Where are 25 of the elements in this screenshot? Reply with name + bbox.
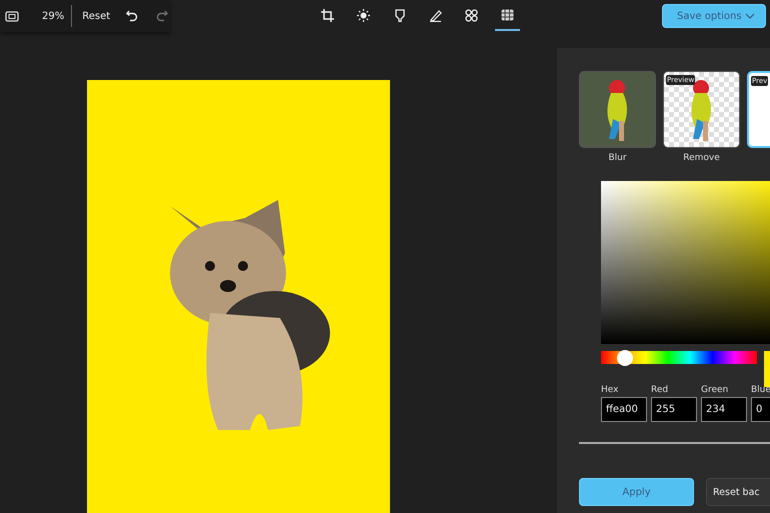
crop-icon (321, 8, 334, 22)
aspect-ratio-icon[interactable] (5, 10, 19, 22)
circles-icon (465, 8, 478, 22)
sun-icon (357, 8, 370, 22)
field-label: Green (701, 385, 730, 395)
zoom-level[interactable]: 29% (42, 10, 64, 22)
color-value-field[interactable]: 234 (701, 397, 747, 422)
pen-icon (429, 8, 442, 22)
reset-button[interactable]: Reset (82, 10, 110, 22)
hue-slider[interactable] (601, 351, 757, 364)
effect-thumbnail[interactable] (579, 71, 656, 148)
color-gradient-field[interactable] (601, 181, 770, 344)
effect-label: Blur (608, 153, 627, 163)
color-value-field[interactable]: 0 (751, 397, 770, 422)
hue-slider-thumb[interactable] (617, 350, 634, 366)
color-value-field[interactable]: 255 (651, 397, 697, 422)
action-button[interactable]: Reset bac (706, 478, 770, 506)
field-label: Red (651, 385, 670, 395)
field-label: Hex (601, 385, 620, 395)
undo-icon[interactable] (126, 10, 138, 22)
effect-label: Remove (683, 153, 720, 163)
chevron-down-icon (745, 13, 755, 19)
grid-icon (501, 9, 514, 21)
color-value-field[interactable]: ffea00 (601, 397, 647, 422)
marker-icon (394, 8, 404, 22)
